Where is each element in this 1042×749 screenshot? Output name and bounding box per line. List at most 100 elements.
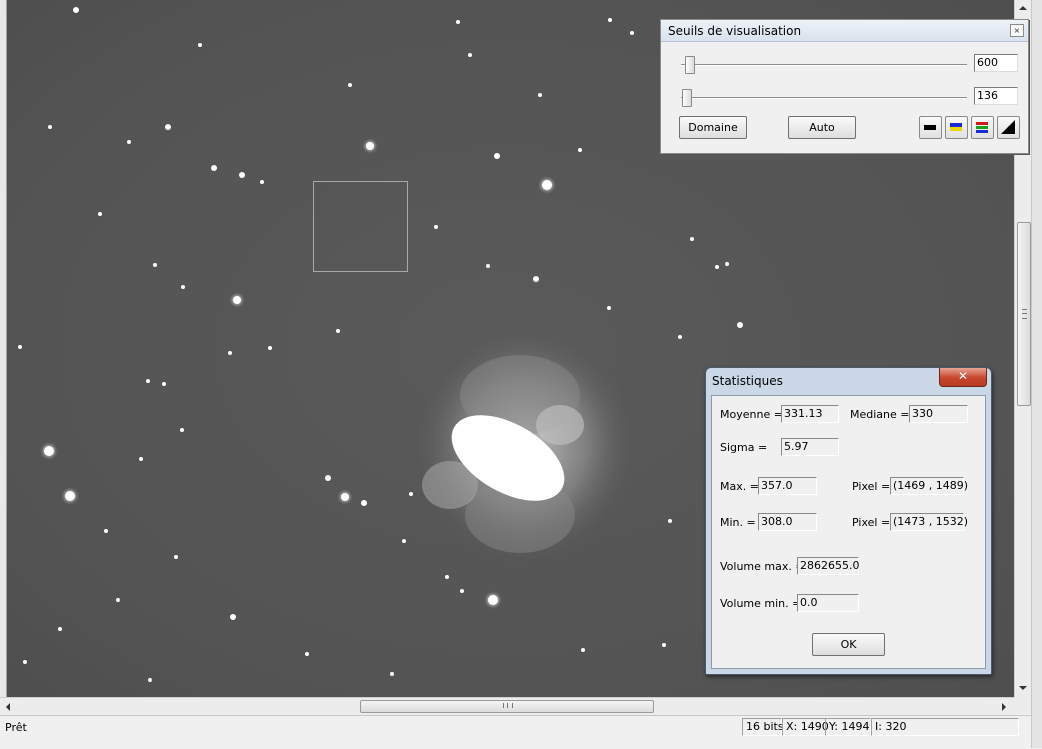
scroll-right-arrow-icon[interactable] bbox=[1002, 703, 1006, 711]
grip-icon bbox=[1022, 309, 1027, 319]
sigma-label: Sigma = bbox=[720, 441, 768, 454]
star bbox=[542, 180, 552, 190]
star bbox=[361, 500, 367, 506]
min-value: 308.0 bbox=[758, 513, 817, 531]
star bbox=[98, 212, 102, 216]
star bbox=[445, 575, 449, 579]
high-threshold-slider[interactable] bbox=[685, 56, 695, 74]
star bbox=[341, 493, 349, 501]
viewport-left-edge bbox=[0, 0, 7, 697]
star bbox=[165, 124, 171, 130]
vertical-scroll-thumb[interactable] bbox=[1017, 222, 1031, 406]
max-value: 357.0 bbox=[758, 477, 817, 495]
palette-gray-icon bbox=[924, 125, 936, 130]
star bbox=[325, 475, 331, 481]
horizontal-scrollbar[interactable] bbox=[0, 697, 1014, 715]
high-threshold-input[interactable]: 600 bbox=[974, 54, 1018, 72]
mediane-label: Mediane = bbox=[850, 408, 910, 421]
statistiques-dialog: Statistiques ✕ Moyenne = 331.13 Mediane … bbox=[705, 367, 992, 675]
star bbox=[486, 264, 490, 268]
star bbox=[715, 265, 719, 269]
nebula-image bbox=[413, 327, 637, 563]
star bbox=[162, 382, 166, 386]
pixel-max-value: (1469 , 1489) bbox=[890, 477, 968, 495]
scroll-down-arrow-icon[interactable] bbox=[1019, 686, 1027, 690]
statistiques-title: Statistiques bbox=[712, 374, 783, 388]
palette-ramp-button[interactable] bbox=[997, 116, 1020, 139]
star bbox=[538, 93, 542, 97]
star bbox=[434, 225, 438, 229]
status-bar: Prêt 16 bits X: 1490 Y: 1494 I: 320 bbox=[0, 715, 1031, 749]
star bbox=[198, 43, 202, 47]
volume-min-value: 0.0 bbox=[797, 594, 859, 612]
star bbox=[146, 379, 150, 383]
scroll-left-arrow-icon[interactable] bbox=[6, 703, 10, 711]
star bbox=[73, 7, 79, 13]
high-threshold-track[interactable] bbox=[681, 64, 967, 66]
star bbox=[139, 457, 143, 461]
star bbox=[456, 20, 460, 24]
low-threshold-track[interactable] bbox=[681, 97, 967, 99]
star bbox=[116, 598, 120, 602]
star bbox=[607, 306, 611, 310]
palette-blue-yellow-icon bbox=[950, 123, 962, 131]
min-label: Min. = bbox=[720, 516, 756, 529]
palette-ramp-icon bbox=[1001, 120, 1015, 134]
star bbox=[260, 180, 264, 184]
volume-min-label: Volume min. = bbox=[720, 597, 802, 610]
star bbox=[578, 148, 582, 152]
domaine-button[interactable]: Domaine bbox=[679, 116, 747, 139]
low-threshold-input[interactable]: 136 bbox=[974, 87, 1018, 105]
star bbox=[690, 237, 694, 241]
max-label: Max. = bbox=[720, 480, 759, 493]
star bbox=[127, 140, 131, 144]
volume-max-label: Volume max. = bbox=[720, 560, 805, 573]
star bbox=[268, 346, 272, 350]
low-threshold-slider[interactable] bbox=[682, 89, 692, 107]
star bbox=[211, 165, 217, 171]
mediane-value: 330 bbox=[909, 405, 968, 423]
pixel-min-label: Pixel = bbox=[852, 516, 891, 529]
star bbox=[460, 589, 464, 593]
horizontal-scroll-thumb[interactable] bbox=[360, 700, 654, 713]
star bbox=[48, 125, 52, 129]
ok-button[interactable]: OK bbox=[812, 633, 885, 656]
status-x-coordinate: X: 1490 bbox=[782, 718, 829, 736]
star bbox=[737, 322, 743, 328]
grip-icon bbox=[503, 703, 513, 708]
star bbox=[174, 555, 178, 559]
star bbox=[44, 446, 54, 456]
auto-button[interactable]: Auto bbox=[788, 116, 856, 139]
star bbox=[181, 285, 185, 289]
seuils-title-bar[interactable]: Seuils de visualisation × bbox=[661, 20, 1028, 42]
palette-gray-button[interactable] bbox=[919, 116, 942, 139]
star bbox=[662, 643, 666, 647]
close-icon[interactable]: ✕ bbox=[939, 368, 987, 387]
star bbox=[608, 18, 612, 22]
moyenne-value: 331.13 bbox=[781, 405, 839, 423]
star bbox=[23, 660, 27, 664]
star bbox=[725, 262, 729, 266]
palette-blue-yellow-button[interactable] bbox=[945, 116, 968, 139]
seuils-dialog: Seuils de visualisation × 600 136 Domain… bbox=[660, 19, 1029, 154]
star bbox=[305, 652, 309, 656]
star bbox=[533, 276, 539, 282]
seuils-title: Seuils de visualisation bbox=[668, 24, 802, 38]
star bbox=[148, 678, 152, 682]
window-right-edge bbox=[1031, 0, 1042, 748]
scroll-up-arrow-icon[interactable] bbox=[1019, 6, 1027, 10]
status-y-coordinate: Y: 1494 bbox=[825, 718, 871, 736]
selection-rectangle[interactable] bbox=[313, 181, 408, 272]
moyenne-label: Moyenne = bbox=[720, 408, 783, 421]
star bbox=[668, 519, 672, 523]
pixel-min-value: (1473 , 1532) bbox=[890, 513, 968, 531]
star bbox=[228, 351, 232, 355]
star bbox=[65, 491, 75, 501]
star bbox=[180, 428, 184, 432]
palette-rgb-button[interactable] bbox=[971, 116, 994, 139]
star bbox=[390, 672, 394, 676]
close-icon[interactable]: × bbox=[1010, 24, 1024, 37]
star bbox=[18, 345, 22, 349]
star bbox=[104, 529, 108, 533]
star bbox=[581, 648, 585, 652]
